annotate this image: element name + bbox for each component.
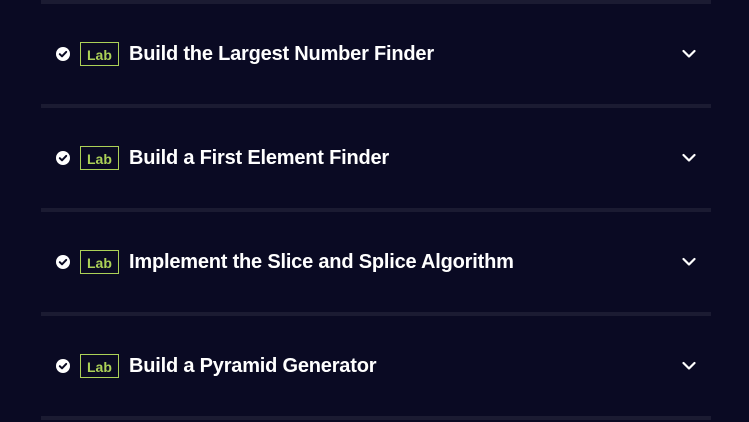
check-circle-icon: [56, 359, 70, 373]
chevron-down-icon[interactable]: [681, 358, 697, 374]
lab-item-largest-number-finder[interactable]: Lab Build the Largest Number Finder: [41, 4, 711, 104]
check-circle-icon: [56, 255, 70, 269]
lab-badge: Lab: [80, 354, 119, 378]
divider: [41, 416, 711, 420]
lab-title: Implement the Slice and Splice Algorithm: [129, 250, 514, 273]
check-circle-icon: [56, 47, 70, 61]
lab-title: Build a Pyramid Generator: [129, 354, 377, 377]
lab-badge: Lab: [80, 42, 119, 66]
lab-badge: Lab: [80, 146, 119, 170]
lab-item-pyramid-generator[interactable]: Lab Build a Pyramid Generator: [41, 316, 711, 416]
lab-item-first-element-finder[interactable]: Lab Build a First Element Finder: [41, 108, 711, 208]
chevron-down-icon[interactable]: [681, 46, 697, 62]
chevron-down-icon[interactable]: [681, 150, 697, 166]
lab-title: Build a First Element Finder: [129, 146, 389, 169]
lab-list: Lab Build the Largest Number Finder Lab …: [41, 0, 711, 420]
check-circle-icon: [56, 151, 70, 165]
chevron-down-icon[interactable]: [681, 254, 697, 270]
lab-item-slice-and-splice[interactable]: Lab Implement the Slice and Splice Algor…: [41, 212, 711, 312]
lab-badge: Lab: [80, 250, 119, 274]
lab-title: Build the Largest Number Finder: [129, 42, 434, 65]
